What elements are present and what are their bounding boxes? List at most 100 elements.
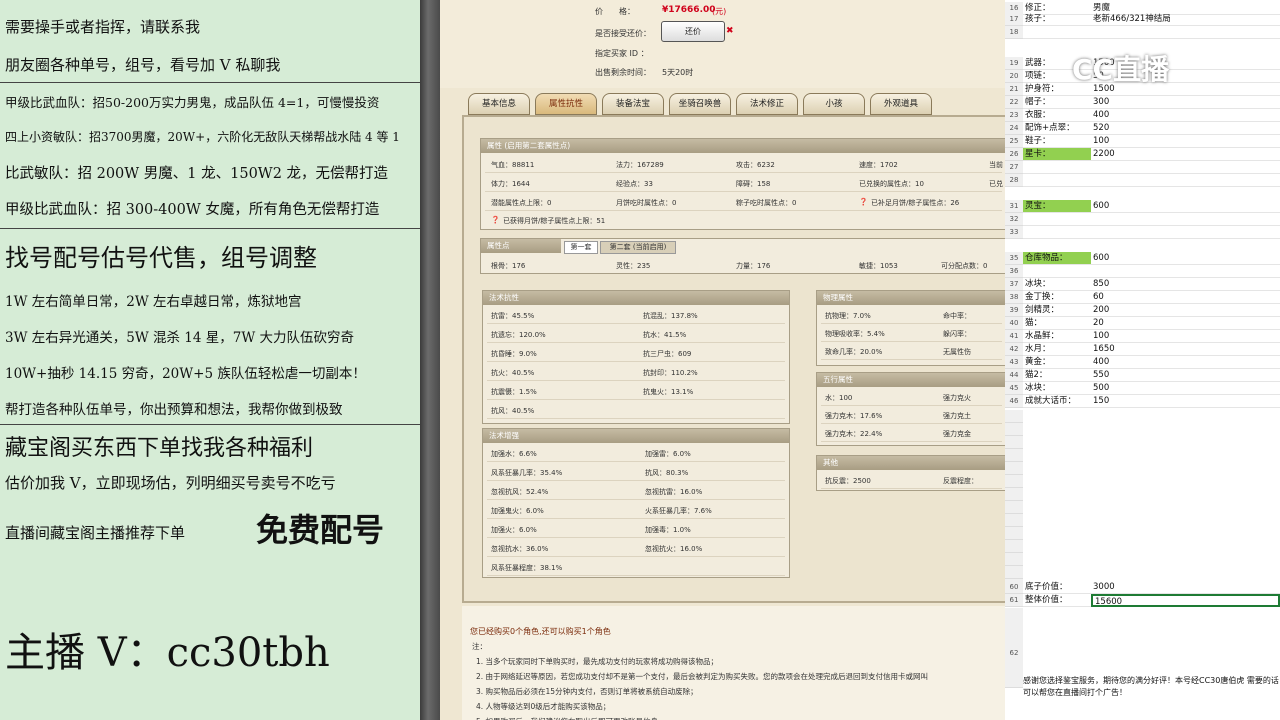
notice-line: 5. 如果购买后，我们建议您在取出后即可更改账号信息。 [476,716,666,720]
sheet-cell-label[interactable]: 猫： [1023,317,1091,330]
row-divider [487,342,785,343]
help-icon[interactable]: ❓ [491,216,500,224]
sheet-cell-label[interactable]: 剑精灵： [1023,304,1091,317]
bargain-button[interactable]: 还价 [661,21,725,42]
points-cell: 敏捷：1053 [859,262,898,270]
sheet-cell-label[interactable]: 配饰+点翠： [1023,122,1091,135]
sheet-cell-label[interactable]: 冰块： [1023,382,1091,395]
sheet-cell-label[interactable]: 帽子： [1023,96,1091,109]
sheet-cell-value[interactable]: 200 [1091,304,1280,317]
row-number: 61 [1005,594,1023,607]
attr-cell: 潜能属性点上限：0 [491,199,552,207]
tab-points-first[interactable]: 第一套 [564,241,598,254]
stat-cell: 强力克土 [943,412,971,420]
tab-basic-info[interactable]: 基本信息 [468,93,530,115]
sheet-cell-label[interactable]: 灵宝： [1023,200,1091,213]
sheet-cell-label[interactable]: 冰块： [1023,278,1091,291]
promo-line: 朋友圈各种单号，组号，看号加 V 私聊我 [5,56,281,74]
sheet-cell-value[interactable]: 850 [1091,278,1280,291]
sheet-cell-label[interactable]: 成就大话币： [1023,395,1091,408]
sheet-cell-value[interactable]: 520 [1091,122,1280,135]
sheet-cell-value[interactable]: 100 [1091,330,1280,343]
stat-cell: 抗昏睡：9.0% [491,350,537,358]
sheet-cell-value[interactable]: 300 [1091,96,1280,109]
footer-note: 感谢您选择鉴宝服务，期待您的满分好评！本号经CC30唐伯虎 需要的话可以帮您在直… [1023,676,1279,697]
sheet-cell-value[interactable]: 2200 [1091,148,1280,161]
sheet-cell-label[interactable]: 衣服： [1023,109,1091,122]
notice-line: 3. 购买物品后必须在15分钟内支付，否则订单将被系统自动废除； [476,687,698,696]
stat-cell: 命中率： [943,312,971,320]
buyer-id-label: 指定买家 ID ： [595,49,649,58]
stat-cell: 强力克木：22.4% [825,430,883,438]
stat-cell: 物理吸收率：5.4% [825,330,885,338]
sheet-cell-label[interactable]: 鞋子： [1023,135,1091,148]
sheet-cell-label[interactable] [1023,26,1091,39]
sheet-cell-label[interactable]: 仓库物品： [1023,252,1091,265]
sheet-cell-value[interactable]: 60 [1091,291,1280,304]
row-number [1005,410,1023,423]
sheet-cell-label[interactable]: 水晶鲜： [1023,330,1091,343]
attr-cell: 已兑 [989,180,1003,188]
points-cell: 根骨：176 [491,262,526,270]
sheet-cell-label[interactable]: 猫2： [1023,369,1091,382]
sheet-cell-value[interactable] [1091,161,1280,174]
sheet-cell-label[interactable] [1023,174,1091,187]
tab-child[interactable]: 小孩 [803,93,865,115]
sheet-cell-value[interactable] [1091,213,1280,226]
sheet-cell-value[interactable] [1091,26,1280,39]
row-divider [487,480,785,481]
element-header: 五行属性 [817,373,1005,387]
stat-cell: 忽视抗火：16.0% [645,545,703,553]
sheet-cell-value[interactable]: 550 [1091,369,1280,382]
sheet-cell-label[interactable]: 星卡： [1023,148,1091,161]
sheet-cell-value[interactable]: 老新466/321神结局 [1091,13,1280,26]
divider [0,82,420,83]
row-number: 24 [1005,122,1023,135]
stat-cell: 风系狂暴几率：35.4% [491,469,563,477]
attr-cell: 攻击：6232 [736,161,775,169]
tab-spell-mod[interactable]: 法术修正 [736,93,798,115]
promo-line: 10W+抽秒 14.15 穷奇，20W+5 族队伍轻松虐一切副本！ [5,366,366,382]
row-divider [487,575,785,576]
sheet-cell-label[interactable] [1023,213,1091,226]
stat-cell: 抗三尸虫：609 [643,350,692,358]
attribute-header: 属性 (启用第二套属性点) [481,139,1005,153]
sheet-cell-value[interactable]: 400 [1091,356,1280,369]
sheet-cell-value[interactable] [1091,174,1280,187]
sheet-cell-label[interactable] [1023,161,1091,174]
row-number: 22 [1005,96,1023,109]
sheet-cell-value[interactable]: 150 [1091,395,1280,408]
sheet-cell-label[interactable]: 黄金： [1023,356,1091,369]
sheet-cell-label[interactable]: 整体价值： [1023,594,1091,607]
sheet-cell-label[interactable]: 孩子： [1023,13,1091,26]
sheet-cell-value[interactable]: 500 [1091,382,1280,395]
sheet-cell-label[interactable]: 底子价值： [1023,581,1091,594]
tab-appearance[interactable]: 外观道具 [870,93,932,115]
sheet-cell-label[interactable] [1023,226,1091,239]
promo-line: 帮打造各种队伍单号，你出预算和想法，我帮你做到极致 [5,402,343,418]
other-header: 其他 [817,456,1005,470]
sheet-cell-value[interactable]: 20 [1091,317,1280,330]
sheet-cell-value[interactable]: 3000 [1091,581,1280,594]
stat-cell: 强力克火 [943,394,971,402]
sheet-cell-value[interactable] [1091,265,1280,278]
physical-header: 物理属性 [817,291,1005,305]
sheet-cell-value[interactable]: 600 [1091,252,1280,265]
sheet-cell-label[interactable]: 水月： [1023,343,1091,356]
tab-attributes[interactable]: 属性抗性 [535,93,597,115]
stat-cell: 加强鬼火：6.0% [491,507,544,515]
tab-points-second[interactable]: 第二套 (当前启用) [600,241,676,254]
tab-mounts[interactable]: 坐骑召唤兽 [669,93,731,115]
sheet-cell-value[interactable]: 15600 [1091,594,1280,607]
sheet-cell-value[interactable] [1091,226,1280,239]
sheet-cell-label[interactable]: 金丁换： [1023,291,1091,304]
sheet-cell-value[interactable]: 100 [1091,135,1280,148]
sheet-cell-value[interactable]: 600 [1091,200,1280,213]
notice-line: 1. 当多个玩家同时下单购买时，最先成功支付的玩家将成功购得该物品； [476,657,719,666]
sheet-cell-label[interactable] [1023,265,1091,278]
attr-cell: 已补足月饼/粽子属性点：26 [871,199,960,207]
help-icon[interactable]: ❓ [859,198,868,206]
sheet-cell-value[interactable]: 1650 [1091,343,1280,356]
tab-equipment[interactable]: 装备法宝 [602,93,664,115]
sheet-cell-value[interactable]: 400 [1091,109,1280,122]
